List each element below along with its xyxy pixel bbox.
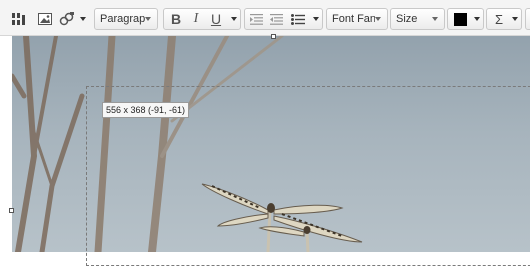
insert-image-button[interactable] [36, 8, 54, 30]
font-family-select[interactable]: Font Fan [326, 8, 388, 30]
text-color-dropdown-toggle[interactable] [472, 8, 482, 30]
list-dropdown-toggle[interactable] [311, 8, 321, 30]
outdent-button[interactable] [247, 8, 265, 30]
media-chain-icon [59, 12, 74, 26]
bullet-list-button[interactable] [289, 8, 307, 30]
bullet-list-icon [291, 13, 305, 25]
chevron-down-icon [313, 17, 319, 21]
chevron-down-icon [432, 17, 438, 21]
underline-button[interactable]: U [205, 9, 227, 29]
editor-toolbar: Paragrap B I U Font Fan Size Σ [0, 0, 530, 36]
image-icon [38, 13, 52, 25]
grid-blocks-icon [12, 13, 25, 25]
overflow-button[interactable] [525, 8, 530, 30]
text-style-dropdown-toggle[interactable] [229, 8, 239, 30]
paragraph-format-select[interactable]: Paragrap [94, 8, 158, 30]
paragraph-format-value: Paragrap [100, 13, 145, 25]
editor-content-area[interactable]: 556 x 368 (-91, -61) [0, 34, 530, 266]
special-chars-button[interactable] [10, 8, 28, 30]
insert-media-button[interactable] [58, 8, 76, 30]
chevron-down-icon [512, 17, 518, 21]
bold-button[interactable]: B [165, 9, 187, 29]
chevron-down-icon [375, 17, 381, 21]
text-color-button[interactable] [451, 8, 469, 30]
chevron-down-icon [145, 17, 151, 21]
resize-handle-left[interactable] [9, 208, 14, 213]
italic-button[interactable]: I [185, 9, 207, 29]
font-size-select[interactable]: Size [390, 8, 445, 30]
indent-button[interactable] [267, 8, 285, 30]
font-size-value: Size [396, 13, 418, 25]
chevron-down-icon [231, 17, 237, 21]
chevron-down-icon [80, 17, 86, 21]
media-dropdown-toggle[interactable] [78, 8, 88, 30]
outdent-icon [249, 13, 263, 25]
equation-dropdown-toggle[interactable] [510, 8, 520, 30]
indent-icon [269, 13, 283, 25]
resize-handle-top[interactable] [271, 34, 276, 39]
image-dimensions-tooltip: 556 x 368 (-91, -61) [102, 102, 190, 118]
sigma-button[interactable]: Σ [488, 9, 510, 29]
font-family-value: Font Fan [332, 13, 375, 25]
color-swatch [453, 12, 467, 26]
chevron-down-icon [474, 17, 480, 21]
